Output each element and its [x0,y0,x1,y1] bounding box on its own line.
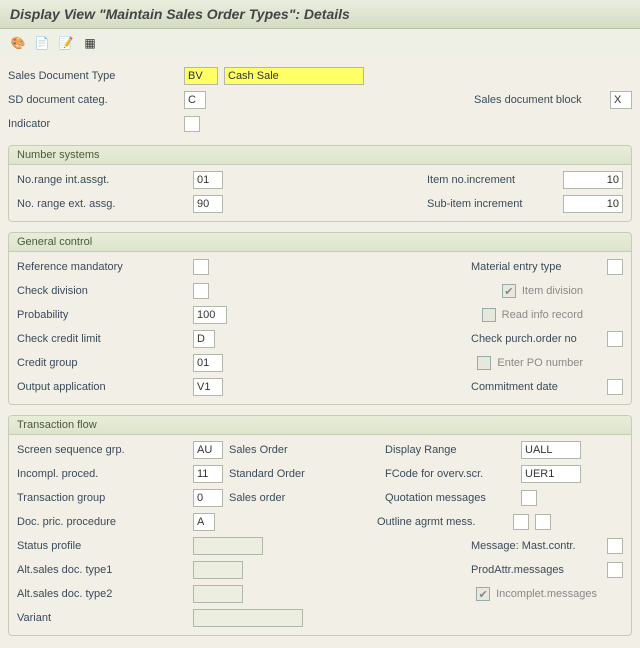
number-systems-group: Number systems No.range int.assgt. Item … [8,145,632,222]
credit-group-input[interactable] [193,354,223,372]
outline-agrmt-extra-input[interactable] [535,514,551,530]
alt-type2-label: Alt.sales doc. type2 [17,588,187,600]
sd-doc-categ-label: SD document categ. [8,94,178,106]
commitment-date-label: Commitment date [471,381,601,393]
probability-input[interactable] [193,306,227,324]
check-credit-input[interactable] [193,330,215,348]
no-range-int-label: No.range int.assgt. [17,174,187,186]
quot-msg-label: Quotation messages [385,492,515,504]
sales-doc-block-label: Sales document block [474,94,604,106]
check-credit-label: Check credit limit [17,333,187,345]
incompl-proced-desc: Standard Order [229,468,379,480]
status-profile-input[interactable] [193,537,263,555]
prod-attr-msg-label: ProdAttr.messages [471,564,601,576]
sales-doc-block-input[interactable] [610,91,632,109]
alt-type1-label: Alt.sales doc. type1 [17,564,187,576]
page-add-icon[interactable]: 📝 [56,33,76,53]
probability-label: Probability [17,309,187,321]
incompl-proced-input[interactable] [193,465,223,483]
trans-group-input[interactable] [193,489,223,507]
toolbar: 🎨 📄 📝 ▦ [0,29,640,57]
doc-pric-proc-input[interactable] [193,513,215,531]
quot-msg-input[interactable] [521,490,537,506]
check-division-input[interactable] [193,283,209,299]
trans-group-desc: Sales order [229,492,379,504]
sales-doc-type-desc[interactable] [224,67,364,85]
item-inc-label: Item no.increment [427,174,557,186]
msg-mast-contr-label: Message: Mast.contr. [471,540,601,552]
output-app-label: Output application [17,381,187,393]
page-title: Display View "Maintain Sales Order Types… [0,0,640,29]
no-range-ext-label: No. range ext. assg. [17,198,187,210]
indicator-label: Indicator [8,118,178,130]
credit-group-label: Credit group [17,357,187,369]
outline-agrmt-label: Outline agrmt mess. [377,516,507,528]
sd-doc-categ-input[interactable] [184,91,206,109]
general-control-group: General control Reference mandatory Mate… [8,232,632,405]
read-info-record-label: Read info record [502,309,583,321]
grid-icon[interactable]: ▦ [80,33,100,53]
check-purch-order-label: Check purch.order no [471,333,601,345]
material-entry-input[interactable] [607,259,623,275]
variant-input[interactable] [193,609,303,627]
ref-mandatory-input[interactable] [193,259,209,275]
outline-agrmt-input[interactable] [513,514,529,530]
fcode-input[interactable] [521,465,581,483]
screen-seq-grp-input[interactable] [193,441,223,459]
incompl-msg-checkbox: ✔ [476,587,490,601]
no-range-int-input[interactable] [193,171,223,189]
check-division-label: Check division [17,285,187,297]
ref-mandatory-label: Reference mandatory [17,261,187,273]
enter-po-checkbox [477,356,491,370]
status-profile-label: Status profile [17,540,187,552]
prod-attr-msg-input[interactable] [607,562,623,578]
item-division-checkbox: ✔ [502,284,516,298]
general-control-title: General control [9,233,631,252]
sales-doc-type-code[interactable] [184,67,218,85]
alt-type2-input[interactable] [193,585,243,603]
variant-label: Variant [17,612,187,624]
display-range-input[interactable] [521,441,581,459]
screen-seq-grp-label: Screen sequence grp. [17,444,187,456]
incompl-proced-label: Incompl. proced. [17,468,187,480]
item-division-label: Item division [522,285,583,297]
transaction-flow-group: Transaction flow Screen sequence grp. Sa… [8,415,632,636]
material-entry-label: Material entry type [471,261,601,273]
msg-mast-contr-input[interactable] [607,538,623,554]
toggle-icon[interactable]: 🎨 [8,33,28,53]
enter-po-label: Enter PO number [497,357,583,369]
display-range-label: Display Range [385,444,515,456]
screen-seq-grp-desc: Sales Order [229,444,379,456]
incompl-msg-label: Incomplet.messages [496,588,597,600]
sub-item-inc-input[interactable] [563,195,623,213]
fcode-label: FCode for overv.scr. [385,468,515,480]
trans-group-label: Transaction group [17,492,187,504]
page-nav-icon[interactable]: 📄 [32,33,52,53]
sales-doc-type-label: Sales Document Type [8,70,178,82]
sub-item-inc-label: Sub-item increment [427,198,557,210]
indicator-input[interactable] [184,116,200,132]
item-inc-input[interactable] [563,171,623,189]
commitment-date-input[interactable] [607,379,623,395]
read-info-record-checkbox [482,308,496,322]
number-systems-title: Number systems [9,146,631,165]
transaction-flow-title: Transaction flow [9,416,631,435]
doc-pric-proc-label: Doc. pric. procedure [17,516,187,528]
output-app-input[interactable] [193,378,223,396]
check-purch-order-input[interactable] [607,331,623,347]
no-range-ext-input[interactable] [193,195,223,213]
